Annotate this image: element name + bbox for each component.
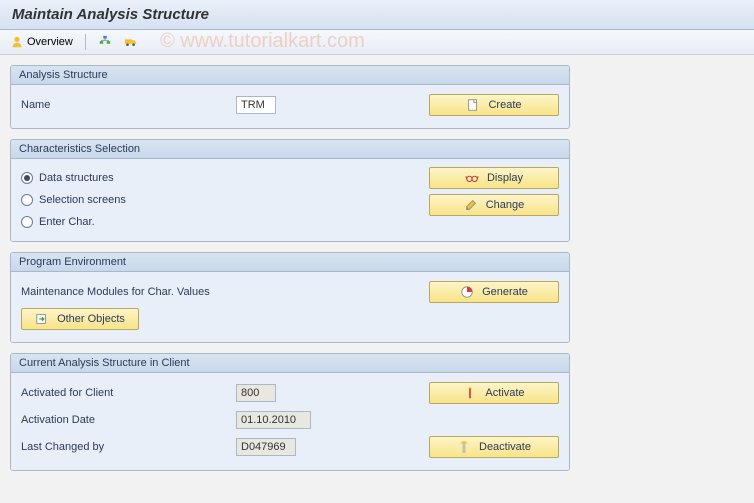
generate-button[interactable]: Generate — [429, 281, 559, 303]
wand-icon — [463, 386, 477, 400]
activate-button[interactable]: Activate — [429, 382, 559, 404]
radio-icon — [21, 172, 33, 184]
arrow-right-icon — [35, 312, 49, 326]
person-icon — [10, 35, 24, 49]
glasses-icon — [465, 171, 479, 185]
display-button[interactable]: Display — [429, 167, 559, 189]
current-structure-group: Current Analysis Structure in Client Act… — [10, 353, 570, 471]
maint-label: Maintenance Modules for Char. Values — [21, 286, 210, 298]
create-button[interactable]: Create — [429, 94, 559, 116]
radio-data-structures[interactable]: Data structures — [21, 167, 361, 189]
truck-icon[interactable] — [124, 35, 138, 49]
content: Analysis Structure Name Create Character… — [0, 55, 754, 491]
change-button[interactable]: Change — [429, 194, 559, 216]
create-label: Create — [488, 99, 521, 111]
changed-by-field — [236, 438, 296, 456]
radio-icon — [21, 216, 33, 228]
radio-enter-char[interactable]: Enter Char. — [21, 211, 361, 233]
analysis-structure-group: Analysis Structure Name Create — [10, 65, 570, 129]
radio-label: Selection screens — [39, 194, 126, 206]
program-environment-group: Program Environment Maintenance Modules … — [10, 252, 570, 343]
other-objects-label: Other Objects — [57, 313, 125, 325]
radio-selection-screens[interactable]: Selection screens — [21, 189, 361, 211]
deactivate-label: Deactivate — [479, 441, 531, 453]
display-label: Display — [487, 172, 523, 184]
changed-by-label: Last Changed by — [21, 441, 236, 453]
activate-label: Activate — [485, 387, 524, 399]
overview-button[interactable]: Overview — [10, 35, 73, 49]
activation-date-label: Activation Date — [21, 414, 236, 426]
radio-icon — [21, 194, 33, 206]
group-header: Program Environment — [11, 253, 569, 272]
radio-label: Enter Char. — [39, 216, 95, 228]
group-header: Current Analysis Structure in Client — [11, 354, 569, 373]
activation-date-field — [236, 411, 311, 429]
page-title: Maintain Analysis Structure — [0, 0, 754, 30]
generate-icon — [460, 285, 474, 299]
other-objects-button[interactable]: Other Objects — [21, 308, 139, 330]
change-label: Change — [486, 199, 525, 211]
document-icon — [466, 98, 480, 112]
pencil-icon — [464, 198, 478, 212]
deactivate-button[interactable]: Deactivate — [429, 436, 559, 458]
generate-label: Generate — [482, 286, 528, 298]
radio-label: Data structures — [39, 172, 114, 184]
name-field[interactable] — [236, 96, 276, 114]
name-label: Name — [21, 99, 236, 111]
activated-client-label: Activated for Client — [21, 387, 236, 399]
group-header: Analysis Structure — [11, 66, 569, 85]
wand-off-icon — [457, 440, 471, 454]
hierarchy-icon[interactable] — [98, 35, 112, 49]
toolbar: Overview — [0, 30, 754, 55]
activated-client-field — [236, 384, 276, 402]
characteristics-group: Characteristics Selection Data structure… — [10, 139, 570, 242]
separator — [85, 34, 86, 50]
group-header: Characteristics Selection — [11, 140, 569, 159]
overview-label: Overview — [27, 36, 73, 48]
